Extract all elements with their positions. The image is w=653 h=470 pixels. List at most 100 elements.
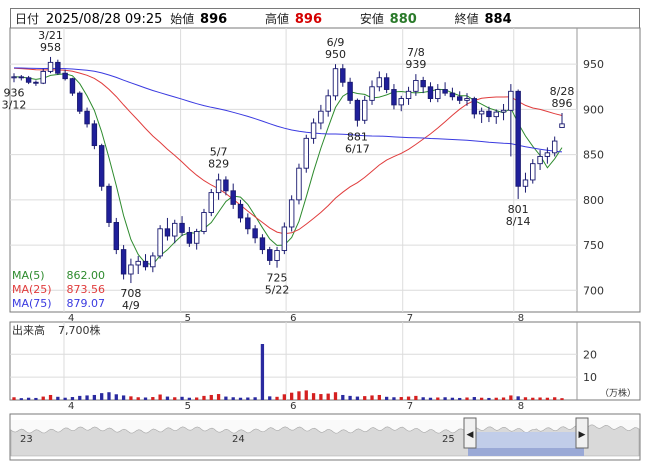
volume-bar — [333, 392, 338, 400]
volume-bar — [341, 394, 345, 400]
volume-label: 出来高 — [12, 323, 45, 337]
navigator-selection-base — [468, 448, 584, 456]
volume-bar — [516, 396, 520, 400]
candle-body — [413, 80, 419, 92]
candle — [106, 183, 112, 227]
candle-body — [62, 72, 68, 80]
volume-bar — [100, 393, 104, 400]
volume-bar — [509, 395, 513, 400]
volume-bar — [85, 395, 89, 400]
volume-bar — [195, 397, 199, 400]
candle-body — [325, 95, 331, 112]
volume-bar — [143, 397, 148, 400]
volume-bar — [560, 398, 564, 400]
candle-body — [340, 68, 346, 83]
volume-bar — [151, 397, 155, 400]
navigator-year-label: 25 — [442, 434, 455, 445]
candle-body — [259, 237, 266, 251]
volume-bar — [48, 394, 53, 400]
candle-body — [128, 264, 134, 275]
volume-bar — [92, 394, 97, 400]
candle-body — [245, 217, 251, 230]
volume-tick-label: 20 — [583, 348, 597, 361]
candle-body — [33, 81, 39, 84]
annotation-date: 3/12 — [2, 98, 27, 111]
volume-bar — [246, 397, 250, 400]
candle-body — [113, 222, 120, 251]
price-x-tick-label: 7 — [407, 313, 413, 324]
candle-body — [186, 231, 193, 244]
navigator-year-label: 24 — [232, 434, 245, 445]
candle-body — [47, 61, 54, 72]
candle-body — [354, 99, 361, 121]
price-tick-label: 700 — [583, 284, 604, 297]
price-tick-label: 900 — [583, 103, 604, 116]
volume-bar — [41, 396, 45, 400]
volume-bar — [326, 393, 330, 400]
candle — [77, 91, 83, 114]
candle — [91, 120, 98, 150]
volume-bar — [224, 396, 228, 400]
candle-body — [267, 249, 273, 261]
extreme-annotation: 6/9950 — [325, 36, 346, 61]
navigator-left-handle-glyph: ◀ — [467, 430, 474, 440]
candle-body — [179, 222, 185, 233]
candle-body — [237, 203, 244, 219]
candle-body — [427, 86, 434, 99]
volume-bar — [399, 397, 403, 400]
volume-bar — [355, 396, 360, 400]
navigator-right-handle[interactable]: ▶ — [575, 417, 589, 449]
candle-body — [40, 70, 46, 84]
volume-bar — [158, 394, 162, 400]
candle-body — [69, 78, 76, 94]
candle-body — [369, 86, 375, 101]
candle — [332, 64, 339, 101]
volume-bar — [114, 394, 118, 400]
price-x-tick-label: 5 — [185, 313, 191, 324]
candle — [40, 68, 46, 85]
volume-bar — [304, 390, 308, 400]
candle-body — [77, 92, 83, 112]
volume-bar — [414, 395, 418, 400]
volume-bar — [538, 397, 542, 400]
volume-bar — [238, 397, 243, 400]
candle — [157, 225, 163, 259]
volume-bar — [436, 397, 440, 400]
candle-body — [478, 110, 485, 115]
candle-body — [281, 226, 288, 251]
extreme-annotation: 8816/17 — [345, 131, 370, 156]
extreme-annotation: 8018/14 — [506, 203, 531, 228]
candle-body — [420, 80, 426, 88]
extreme-annotation: 5/7829 — [208, 146, 229, 171]
volume-bar — [428, 397, 433, 400]
extreme-annotation: 7084/9 — [120, 287, 141, 312]
volume-panel — [9, 321, 641, 401]
candle-body — [435, 89, 441, 99]
volume-bar — [479, 397, 484, 400]
candle-body — [303, 137, 309, 169]
volume-bar — [12, 397, 16, 400]
navigator-left-handle[interactable]: ◀ — [463, 417, 477, 449]
volume-bar — [63, 397, 67, 400]
candle-body — [544, 152, 551, 157]
candle-body — [318, 110, 324, 124]
candle-body — [537, 155, 543, 165]
ma-legend-name: MA(75) — [12, 297, 52, 310]
candle-body — [559, 123, 565, 128]
volume-bar — [202, 395, 206, 400]
ma-legend-value: 862.00 — [67, 269, 106, 282]
candle — [69, 77, 76, 96]
price-tick-label: 750 — [583, 239, 604, 252]
volume-x-tick-label: 6 — [290, 401, 296, 412]
volume-x-tick-label: 8 — [518, 401, 524, 412]
volume-bar — [458, 397, 462, 400]
volume-bar — [173, 397, 177, 400]
extreme-annotation: 9363/12 — [2, 86, 27, 111]
candle-body — [362, 99, 368, 121]
candle-body — [150, 255, 156, 268]
candle-body — [310, 122, 317, 139]
volume-bar — [34, 397, 38, 400]
candle — [515, 89, 521, 199]
candle — [201, 208, 207, 235]
candle-body — [405, 90, 412, 99]
